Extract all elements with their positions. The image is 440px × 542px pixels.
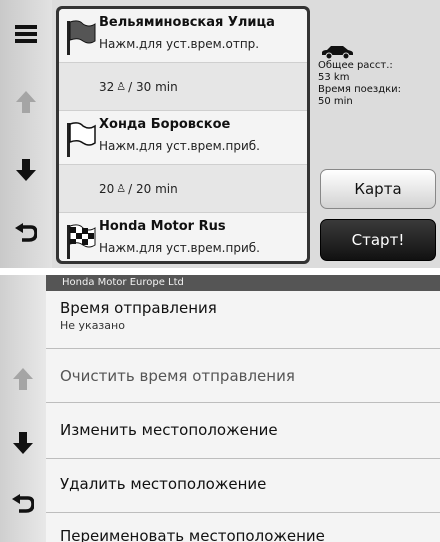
waypoint-action: Нажм.для уст.врем.приб. xyxy=(99,241,260,255)
waypoint-row[interactable]: Хонда Боровское Нажм.для уст.врем.приб. xyxy=(59,111,307,165)
location-options-screen: Honda Motor Europe Ltd Время отправления… xyxy=(0,275,440,542)
menu-item-label: Очистить время отправления xyxy=(60,367,295,385)
menu-icon xyxy=(15,25,37,43)
segment-time: / 20 min xyxy=(128,181,178,196)
waypoint-flag-icon xyxy=(67,122,96,157)
back-icon xyxy=(12,494,34,513)
waypoint-action: Нажм.для уст.врем.приб. xyxy=(99,139,260,153)
menu-item-change-location[interactable]: Изменить местоположение xyxy=(46,403,440,459)
menu-item-label: Удалить местоположение xyxy=(60,475,267,493)
waypoint-name: Вельяминовская Улица xyxy=(99,15,275,30)
waypoint-row[interactable]: Honda Motor Rus Нажм.для уст.врем.приб. xyxy=(59,213,307,261)
waypoint-flag-icon xyxy=(67,20,96,55)
segment-distance: 20 xyxy=(99,181,115,196)
scroll-down-button[interactable] xyxy=(3,423,43,463)
walk-icon: ♙ xyxy=(116,80,127,93)
segment-time: / 30 min xyxy=(128,79,178,94)
screen-title: Honda Motor Europe Ltd xyxy=(46,275,440,291)
waypoint-name: Honda Motor Rus xyxy=(99,219,226,234)
total-distance-value: 53 km xyxy=(318,72,350,83)
arrow-up-icon xyxy=(16,91,36,113)
menu-item-rename-location[interactable]: Переименовать местоположение xyxy=(46,513,440,542)
arrow-down-icon xyxy=(16,159,36,181)
menu-item-label: Переименовать местоположение xyxy=(60,527,325,542)
route-overview-screen: Вельяминовская Улица Нажм.для уст.врем.о… xyxy=(0,0,440,268)
route-list: Вельяминовская Улица Нажм.для уст.врем.о… xyxy=(56,6,310,264)
scroll-up-button[interactable] xyxy=(3,359,43,399)
menu-item-delete-location[interactable]: Удалить местоположение xyxy=(46,459,440,513)
start-button[interactable]: Старт! xyxy=(320,219,436,261)
menu-item-label: Изменить местоположение xyxy=(60,421,278,439)
menu-item-label: Время отправления xyxy=(60,299,217,317)
waypoint-name: Хонда Боровское xyxy=(99,117,231,132)
waypoint-row[interactable]: Вельяминовская Улица Нажм.для уст.врем.о… xyxy=(59,9,307,63)
segment-distance: 32 xyxy=(99,79,115,94)
segment-row: 32 ♙ / 30 min xyxy=(59,63,307,111)
menu-item-departure-time[interactable]: Время отправления Не указано xyxy=(46,291,440,349)
back-button[interactable] xyxy=(6,214,46,254)
scroll-down-button[interactable] xyxy=(6,150,46,190)
total-distance-label: Общее расст.: xyxy=(318,60,393,71)
map-button[interactable]: Карта xyxy=(320,169,436,209)
segment-row: 20 ♙ / 20 min xyxy=(59,165,307,213)
menu-item-clear-departure-time[interactable]: Очистить время отправления xyxy=(46,349,440,403)
sidebar xyxy=(0,0,52,268)
route-summary: Общее расст.: 53 km Время поездки: 50 mi… xyxy=(318,44,438,108)
menu-button[interactable] xyxy=(6,14,46,54)
sidebar xyxy=(0,275,46,542)
walk-icon: ♙ xyxy=(116,182,127,195)
travel-time-value: 50 min xyxy=(318,96,353,107)
back-button[interactable] xyxy=(3,485,43,525)
waypoint-action: Нажм.для уст.врем.отпр. xyxy=(99,37,260,51)
scroll-up-button[interactable] xyxy=(6,82,46,122)
car-icon xyxy=(322,46,353,60)
travel-time-label: Время поездки: xyxy=(318,84,402,95)
menu-item-value: Не указано xyxy=(60,319,125,332)
arrow-up-icon xyxy=(13,368,33,390)
arrow-down-icon xyxy=(13,432,33,454)
back-icon xyxy=(15,223,37,242)
checkered-flag-icon xyxy=(67,224,96,259)
